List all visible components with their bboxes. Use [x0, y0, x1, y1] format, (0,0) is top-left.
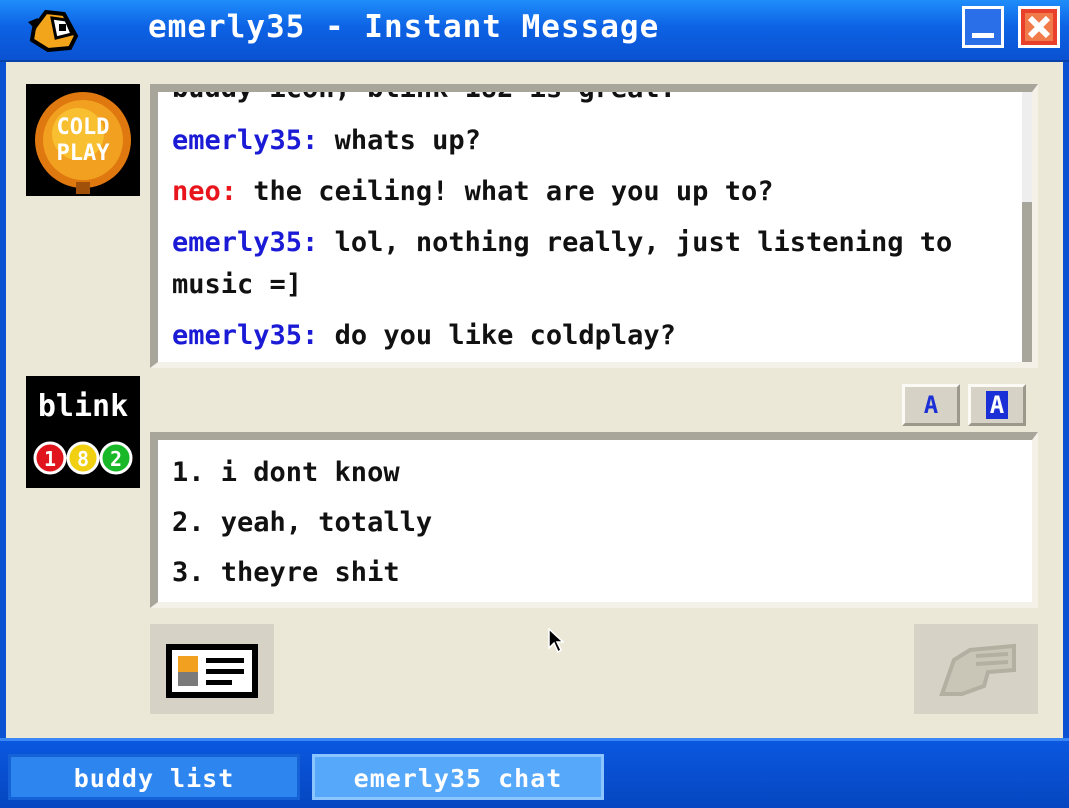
reply-options-list: 1. i dont know 2. yeah, totally 3. theyr… — [158, 448, 1032, 598]
duck-mascot-icon — [28, 9, 79, 52]
profile-card-icon — [166, 644, 258, 698]
font-color-button[interactable]: A — [968, 384, 1026, 426]
message: emerly35: do you like coldplay? — [172, 315, 1014, 357]
message: emerly35: lol, nothing really, just list… — [172, 222, 1014, 306]
badge-digit: 8 — [77, 447, 89, 471]
message: neo: the ceiling! what are you up to? — [172, 171, 1014, 213]
avatar-text-line-2: PLAY — [57, 141, 111, 166]
message-nick: emerly35: — [172, 125, 319, 156]
close-button[interactable] — [1018, 6, 1060, 48]
message: emerly35: whats up? — [172, 120, 1014, 162]
message-text: the ceiling! what are you up to? — [237, 176, 774, 207]
reply-option[interactable]: 1. i dont know — [158, 448, 1032, 498]
message-list: buddy icon, blink 182 is great. emerly35… — [172, 84, 1014, 362]
message-nick: neo: — [172, 176, 238, 207]
reply-option[interactable]: 2. yeah, totally — [158, 498, 1032, 548]
taskbar: buddy list emerly35 chat — [0, 738, 1069, 808]
taskbar-chat-button[interactable]: emerly35 chat — [312, 754, 604, 800]
user-avatar[interactable]: blink 1 8 2 — [26, 376, 140, 488]
blink-182-buddy-icon: blink 1 8 2 — [26, 376, 140, 488]
minimize-button[interactable] — [962, 6, 1004, 48]
coldplay-buddy-icon: COLD PLAY — [26, 84, 140, 196]
minimize-icon — [972, 33, 994, 38]
send-hand-icon — [939, 643, 1016, 696]
scrollbar-thumb[interactable] — [1022, 202, 1032, 362]
badge-digit: 1 — [44, 447, 56, 471]
avatar-text-line-1: COLD — [57, 115, 110, 140]
font-button[interactable]: A — [902, 384, 960, 426]
reply-options-box[interactable]: 1. i dont know 2. yeah, totally 3. theyr… — [150, 432, 1038, 608]
message-text: whats up? — [318, 125, 481, 156]
window-frame-right — [1063, 62, 1069, 738]
window-frame-left — [0, 62, 6, 738]
avatar-label: blink — [38, 389, 128, 424]
badge-digit: 2 — [110, 447, 122, 471]
chat-history[interactable]: buddy icon, blink 182 is great. emerly35… — [150, 84, 1038, 368]
close-icon — [1025, 13, 1053, 41]
font-icon: A — [923, 391, 939, 419]
message-nick: emerly35: — [172, 320, 319, 351]
message-text: do you like coldplay? — [318, 320, 676, 351]
message-nick: emerly35: — [172, 227, 319, 258]
mouse-cursor-icon — [548, 628, 564, 654]
buddy-avatar[interactable]: COLD PLAY — [26, 84, 140, 196]
taskbar-buddy-list-button[interactable]: buddy list — [8, 754, 300, 800]
send-button[interactable] — [914, 624, 1038, 714]
message-partial: buddy icon, blink 182 is great. — [172, 84, 676, 104]
window-title: emerly35 - Instant Message — [148, 9, 660, 45]
title-bar[interactable]: emerly35 - Instant Message — [0, 0, 1069, 62]
history-scrollbar[interactable] — [1022, 92, 1032, 362]
font-color-icon: A — [985, 391, 1009, 419]
profile-button[interactable] — [150, 624, 274, 714]
reply-option[interactable]: 3. theyre shit — [158, 548, 1032, 598]
